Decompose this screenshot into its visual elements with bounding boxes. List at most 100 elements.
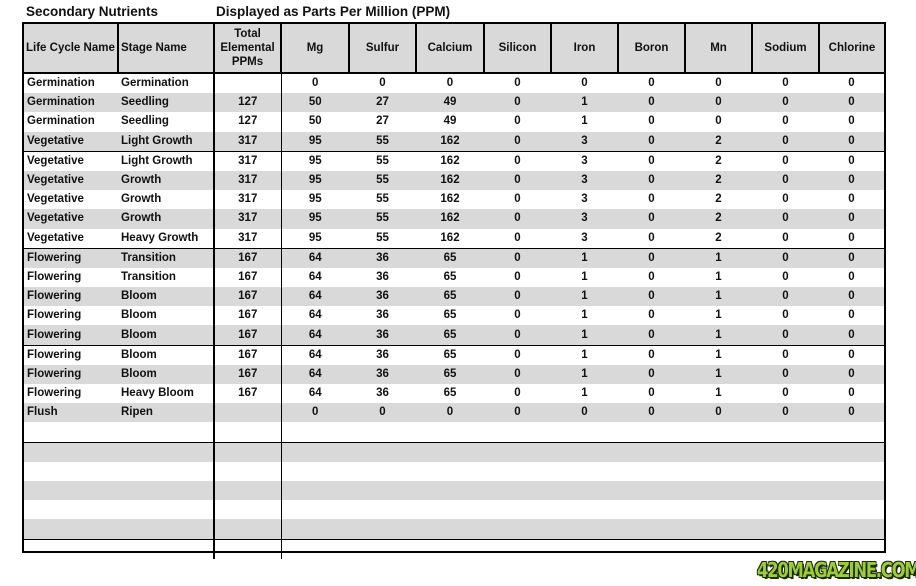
cell-life-cycle[interactable]: Flowering xyxy=(24,287,118,307)
cell-mn[interactable]: 0 xyxy=(685,403,752,423)
cell-total-ppm[interactable]: 317 xyxy=(214,228,282,249)
empty-cell[interactable] xyxy=(416,500,484,519)
empty-cell[interactable] xyxy=(685,500,752,519)
cell-chlorine[interactable]: 0 xyxy=(819,268,884,287)
cell-sodium[interactable]: 0 xyxy=(752,268,819,287)
cell-stage[interactable]: Seedling xyxy=(118,112,215,132)
cell-life-cycle[interactable]: Flowering xyxy=(24,364,118,384)
cell-life-cycle[interactable]: Flowering xyxy=(24,325,118,346)
empty-cell[interactable] xyxy=(484,519,551,539)
empty-cell[interactable] xyxy=(752,538,819,559)
cell-stage[interactable]: Heavy Bloom xyxy=(118,384,215,404)
empty-cell[interactable] xyxy=(214,519,282,539)
empty-cell[interactable] xyxy=(24,480,118,501)
cell-boron[interactable]: 0 xyxy=(618,112,685,131)
cell-sulfur[interactable]: 55 xyxy=(349,229,416,249)
cell-mg[interactable]: 64 xyxy=(281,325,349,346)
cell-calcium[interactable]: 162 xyxy=(416,209,484,229)
empty-cell[interactable] xyxy=(349,480,416,501)
cell-silicon[interactable]: 0 xyxy=(484,384,551,403)
cell-silicon[interactable]: 0 xyxy=(484,306,551,325)
cell-boron[interactable]: 0 xyxy=(618,268,685,287)
cell-sodium[interactable]: 0 xyxy=(752,344,819,365)
cell-chlorine[interactable]: 0 xyxy=(819,325,884,346)
cell-mn[interactable]: 2 xyxy=(685,170,752,191)
empty-cell[interactable] xyxy=(349,500,416,519)
empty-cell[interactable] xyxy=(685,480,752,501)
empty-cell[interactable] xyxy=(349,538,416,559)
cell-mg[interactable]: 64 xyxy=(281,287,349,307)
empty-cell[interactable] xyxy=(24,422,118,442)
cell-silicon[interactable]: 0 xyxy=(484,131,551,152)
cell-silicon[interactable]: 0 xyxy=(484,93,551,113)
cell-iron[interactable]: 1 xyxy=(551,325,618,346)
empty-cell[interactable] xyxy=(24,500,118,519)
cell-silicon[interactable]: 0 xyxy=(484,325,551,346)
cell-boron[interactable]: 0 xyxy=(618,403,685,423)
empty-cell[interactable] xyxy=(752,500,819,519)
empty-cell[interactable] xyxy=(551,519,618,539)
cell-boron[interactable]: 0 xyxy=(618,170,685,191)
cell-life-cycle[interactable]: Germination xyxy=(24,73,118,93)
cell-boron[interactable]: 0 xyxy=(618,73,685,93)
empty-cell[interactable] xyxy=(551,441,618,462)
cell-life-cycle[interactable]: Germination xyxy=(24,112,118,131)
cell-stage[interactable]: Seedling xyxy=(118,93,215,113)
cell-total-ppm[interactable]: 167 xyxy=(214,306,282,326)
empty-cell[interactable] xyxy=(118,519,215,539)
cell-sodium[interactable]: 0 xyxy=(752,112,819,131)
cell-chlorine[interactable]: 0 xyxy=(819,93,884,113)
cell-mn[interactable]: 1 xyxy=(685,306,752,325)
empty-cell[interactable] xyxy=(752,480,819,501)
empty-cell[interactable] xyxy=(819,480,884,501)
empty-cell[interactable] xyxy=(214,480,282,501)
cell-iron[interactable]: 3 xyxy=(551,170,618,191)
column-header-sodium[interactable]: Sodium xyxy=(751,24,819,74)
empty-cell[interactable] xyxy=(551,462,618,481)
cell-calcium[interactable]: 0 xyxy=(416,73,484,93)
cell-sodium[interactable]: 0 xyxy=(752,287,819,307)
empty-cell[interactable] xyxy=(618,538,685,559)
cell-life-cycle[interactable]: Flowering xyxy=(24,344,118,365)
empty-cell[interactable] xyxy=(24,519,118,539)
cell-stage[interactable]: Bloom xyxy=(118,364,215,384)
cell-calcium[interactable]: 65 xyxy=(416,287,484,307)
cell-sulfur[interactable]: 0 xyxy=(349,403,416,423)
cell-chlorine[interactable]: 0 xyxy=(819,344,884,365)
cell-sodium[interactable]: 0 xyxy=(752,190,819,209)
cell-boron[interactable]: 0 xyxy=(618,364,685,384)
cell-sulfur[interactable]: 27 xyxy=(349,93,416,113)
empty-cell[interactable] xyxy=(214,461,282,481)
empty-cell[interactable] xyxy=(214,538,282,559)
empty-cell[interactable] xyxy=(484,538,551,559)
empty-cell[interactable] xyxy=(281,422,349,442)
empty-cell[interactable] xyxy=(819,462,884,481)
cell-silicon[interactable]: 0 xyxy=(484,268,551,287)
empty-cell[interactable] xyxy=(416,519,484,539)
cell-mn[interactable]: 1 xyxy=(685,287,752,307)
cell-calcium[interactable]: 65 xyxy=(416,325,484,346)
cell-mg[interactable]: 64 xyxy=(281,306,349,325)
cell-mn[interactable]: 2 xyxy=(685,209,752,229)
cell-boron[interactable]: 0 xyxy=(618,229,685,249)
cell-total-ppm[interactable]: 167 xyxy=(214,247,282,268)
empty-cell[interactable] xyxy=(349,462,416,481)
cell-calcium[interactable]: 162 xyxy=(416,170,484,191)
empty-cell[interactable] xyxy=(416,422,484,442)
cell-calcium[interactable]: 65 xyxy=(416,268,484,287)
cell-chlorine[interactable]: 0 xyxy=(819,364,884,384)
cell-sulfur[interactable]: 27 xyxy=(349,112,416,131)
cell-mg[interactable]: 0 xyxy=(281,403,349,423)
cell-mn[interactable]: 0 xyxy=(685,73,752,93)
cell-sulfur[interactable]: 36 xyxy=(349,344,416,365)
cell-boron[interactable]: 0 xyxy=(618,93,685,113)
cell-mg[interactable]: 50 xyxy=(281,112,349,131)
empty-cell[interactable] xyxy=(551,538,618,559)
cell-chlorine[interactable]: 0 xyxy=(819,209,884,229)
empty-cell[interactable] xyxy=(484,480,551,501)
cell-boron[interactable]: 0 xyxy=(618,150,685,171)
cell-mn[interactable]: 1 xyxy=(685,364,752,384)
cell-mn[interactable]: 2 xyxy=(685,190,752,209)
cell-stage[interactable]: Light Growth xyxy=(118,150,215,171)
cell-sulfur[interactable]: 36 xyxy=(349,247,416,268)
